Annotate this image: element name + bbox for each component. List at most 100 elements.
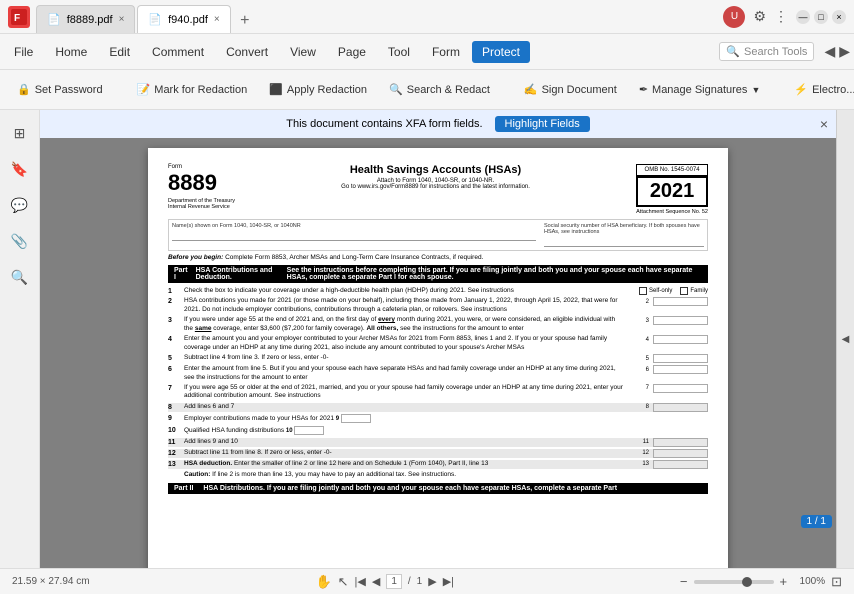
- line-4-input[interactable]: [653, 335, 708, 344]
- line-10-inline-input[interactable]: [294, 426, 324, 435]
- part2-header: Part II HSA Distributions. If you are fi…: [168, 483, 708, 494]
- sidebar-left: ⊞ 🔖 💬 📎 🔍: [0, 110, 40, 568]
- new-tab-button[interactable]: +: [233, 9, 257, 33]
- zoom-thumb[interactable]: [742, 577, 752, 587]
- line-8-text: Add lines 6 and 7: [184, 403, 624, 411]
- search-redact-button[interactable]: 🔍 Search & Redact: [380, 78, 499, 101]
- caution-text: Caution: If line 2 is more than line 13,…: [184, 471, 708, 479]
- fit-page-icon[interactable]: ⊡: [831, 574, 842, 590]
- menu-edit[interactable]: Edit: [99, 41, 140, 63]
- apply-redaction-icon: ⬛: [269, 83, 283, 96]
- line-6-input[interactable]: [653, 365, 708, 374]
- line-8-input[interactable]: [653, 403, 708, 412]
- line-8-field: 8: [628, 403, 708, 412]
- xfa-message: This document contains XFA form fields.: [286, 118, 482, 130]
- nav-forward-icon[interactable]: ▶: [839, 43, 850, 60]
- minimize-button[interactable]: —: [796, 10, 810, 24]
- tab-f940[interactable]: 📄 f940.pdf ×: [137, 5, 230, 33]
- select-tool-icon[interactable]: ↖: [338, 574, 349, 590]
- sidebar-thumbnail-icon[interactable]: ⊞: [5, 118, 35, 148]
- app-settings-icon[interactable]: ⚙: [753, 8, 766, 25]
- ssn-input[interactable]: [544, 237, 704, 247]
- line-7-field: 7: [628, 384, 708, 393]
- search-tools-bar[interactable]: 🔍 Search Tools: [719, 42, 814, 61]
- self-only-checkbox[interactable]: Self-only: [639, 287, 672, 295]
- line-2-input[interactable]: [653, 297, 708, 306]
- tab-f8889[interactable]: 📄 f8889.pdf ×: [36, 5, 135, 33]
- menu-comment[interactable]: Comment: [142, 41, 214, 63]
- xfa-close-icon[interactable]: ×: [820, 116, 828, 132]
- manage-signatures-button[interactable]: ✒ Manage Signatures ▼: [630, 78, 770, 101]
- line-11-row: 11 Add lines 9 and 10 11: [168, 438, 708, 447]
- zoom-in-icon[interactable]: +: [780, 574, 788, 589]
- user-avatar[interactable]: U: [723, 6, 745, 28]
- name-input[interactable]: [172, 231, 536, 241]
- line-11-input[interactable]: [653, 438, 708, 447]
- family-checkbox[interactable]: Family: [680, 287, 708, 295]
- line-9-num: 9: [168, 414, 180, 422]
- page-current-input[interactable]: 1: [386, 574, 402, 589]
- manage-signatures-icon: ✒: [639, 83, 648, 96]
- line-13-input[interactable]: [653, 460, 708, 469]
- line-12-row: 12 Subtract line 11 from line 8. If zero…: [168, 449, 708, 458]
- sidebar-bookmark-icon[interactable]: 🔖: [5, 154, 35, 184]
- zoom-slider[interactable]: [694, 580, 774, 584]
- close-button[interactable]: ×: [832, 10, 846, 24]
- mark-redaction-button[interactable]: 📝 Mark for Redaction: [128, 78, 257, 101]
- line-3-input[interactable]: [653, 316, 708, 325]
- sidebar-search-icon[interactable]: 🔍: [5, 262, 35, 292]
- menu-file[interactable]: File: [4, 41, 43, 63]
- line-3-ref: 3: [646, 318, 649, 324]
- set-password-button[interactable]: 🔒 Set Password: [8, 78, 112, 101]
- line-12-ref: 12: [642, 450, 649, 456]
- line-9-inline-input[interactable]: [341, 414, 371, 423]
- page-last-icon[interactable]: ▶|: [443, 575, 454, 588]
- line-5-field: 5: [628, 354, 708, 363]
- year-box: 2021: [636, 176, 708, 207]
- part1-header: Part I HSA Contributions and Deduction. …: [168, 265, 708, 283]
- line-10-text: Qualified HSA funding distributions 10: [184, 426, 708, 436]
- line-12-input[interactable]: [653, 449, 708, 458]
- apply-redaction-button[interactable]: ⬛ Apply Redaction: [260, 78, 376, 101]
- more-options-icon[interactable]: ⋮: [774, 8, 788, 25]
- search-tools-label[interactable]: Search Tools: [744, 46, 807, 58]
- menu-page[interactable]: Page: [328, 41, 376, 63]
- part2-tag: Part II: [174, 485, 193, 492]
- menu-view[interactable]: View: [280, 41, 326, 63]
- menu-home[interactable]: Home: [45, 41, 97, 63]
- menu-convert[interactable]: Convert: [216, 41, 278, 63]
- menu-protect[interactable]: Protect: [472, 41, 530, 63]
- family-cb-box[interactable]: [680, 287, 688, 295]
- page-total: 1: [417, 576, 423, 587]
- menu-tool[interactable]: Tool: [378, 41, 420, 63]
- page-next-icon[interactable]: ▶: [428, 575, 436, 588]
- line-5-input[interactable]: [653, 354, 708, 363]
- line-7-input[interactable]: [653, 384, 708, 393]
- zoom-out-icon[interactable]: −: [680, 574, 688, 589]
- line-11-ref: 11: [643, 439, 649, 445]
- page-prev-icon[interactable]: ◀: [372, 575, 380, 588]
- highlight-fields-button[interactable]: Highlight Fields: [495, 116, 590, 132]
- right-sidebar-toggle[interactable]: ◀: [836, 110, 854, 568]
- zoom-level: 100%: [793, 576, 825, 587]
- form-year: 2021: [650, 180, 695, 202]
- page-first-icon[interactable]: |◀: [355, 575, 366, 588]
- electro-button[interactable]: ⚡ Electro...: [785, 78, 854, 101]
- menubar: File Home Edit Comment Convert View Page…: [0, 34, 854, 70]
- titlebar: F 📄 f8889.pdf × 📄 f940.pdf × + U ⚙ ⋮ — □…: [0, 0, 854, 34]
- menu-form[interactable]: Form: [422, 41, 470, 63]
- tab-close-icon[interactable]: ×: [214, 14, 220, 25]
- sidebar-comment-icon[interactable]: 💬: [5, 190, 35, 220]
- sidebar-attachment-icon[interactable]: 📎: [5, 226, 35, 256]
- self-only-cb-box[interactable]: [639, 287, 647, 295]
- tab-close-icon[interactable]: ×: [119, 14, 125, 25]
- pan-tool-icon[interactable]: ✋: [315, 574, 331, 590]
- nav-back-icon[interactable]: ◀: [824, 43, 835, 60]
- caution-num: [168, 471, 180, 472]
- line-2-text: HSA contributions you made for 2021 (or …: [184, 297, 624, 314]
- sign-document-button[interactable]: ✍ Sign Document: [515, 78, 626, 101]
- line-1-checkboxes: Self-only Family: [639, 287, 708, 295]
- line-13-num: 13: [168, 460, 180, 468]
- before-label: Before you begin:: [168, 254, 223, 261]
- maximize-button[interactable]: □: [814, 10, 828, 24]
